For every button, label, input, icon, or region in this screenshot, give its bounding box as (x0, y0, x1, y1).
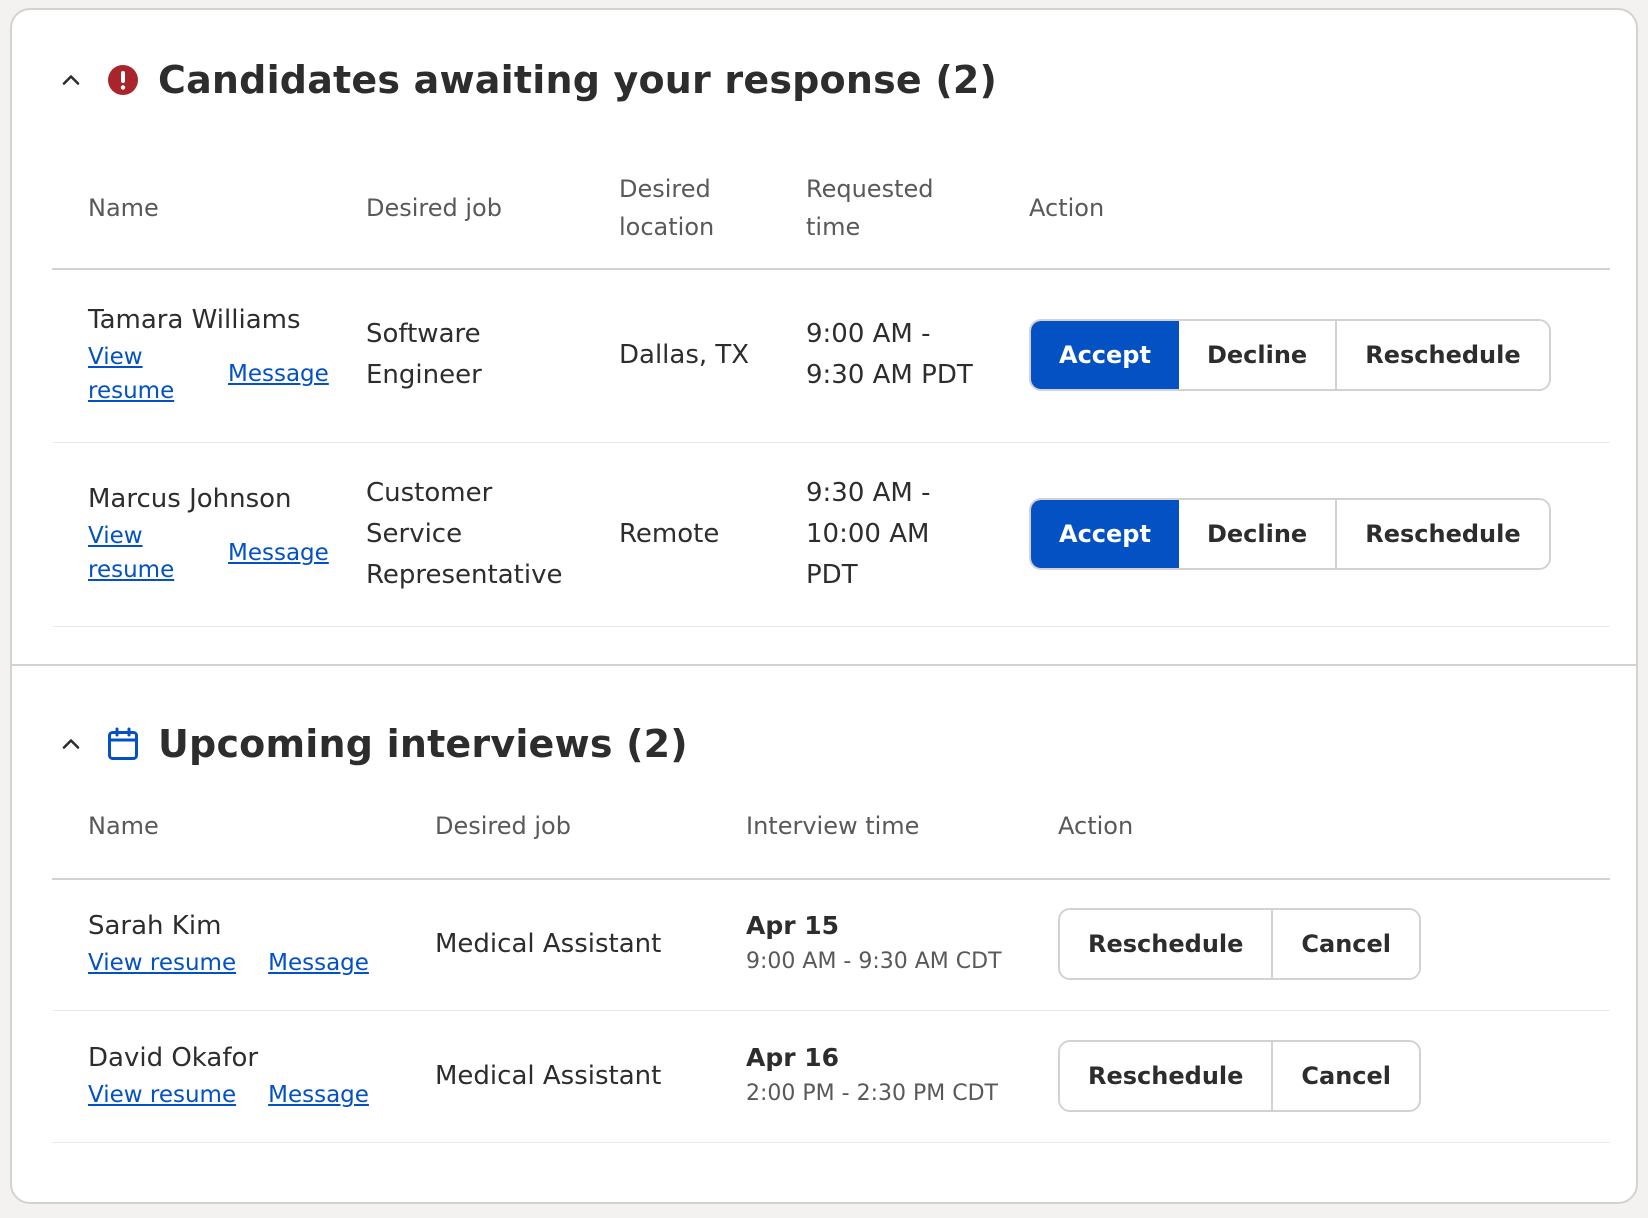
reschedule-button[interactable]: Reschedule (1337, 500, 1549, 568)
candidate-links: View resume Message (88, 946, 418, 980)
column-header-action: Action (1029, 194, 1105, 222)
message-link[interactable]: Message (228, 357, 329, 391)
desired-job: Software Engineer (366, 319, 482, 390)
candidate-cell: Tamara Williams View resume Message (88, 268, 338, 442)
accept-button[interactable]: Accept (1031, 500, 1179, 568)
action-button-group: Accept Decline Reschedule (1029, 498, 1551, 570)
awaiting-response-header: Candidates awaiting your response (2) (56, 50, 997, 110)
interview-date: Apr 16 (746, 1043, 840, 1072)
message-link[interactable]: Message (268, 1078, 369, 1112)
action-cell: Accept Decline Reschedule (1029, 268, 1569, 442)
interviews-card: Candidates awaiting your response (2) Na… (10, 8, 1638, 1204)
candidate-cell: David Okafor View resume Message (88, 1010, 418, 1142)
desired-location: Dallas, TX (619, 339, 750, 370)
action-cell: Accept Decline Reschedule (1029, 442, 1569, 626)
column-header-requested-time: Requested time (806, 175, 934, 241)
action-button-group: Accept Decline Reschedule (1029, 319, 1551, 391)
column-header-desired-job: Desired job (435, 812, 571, 840)
requested-time: 9:30 AM - 10:00 AM PDT (806, 477, 931, 590)
candidate-name: Marcus Johnson (88, 484, 292, 514)
candidate-cell: Sarah Kim View resume Message (88, 878, 418, 1010)
action-button-group: Reschedule Cancel (1058, 1040, 1422, 1112)
action-cell: Reschedule Cancel (1058, 1010, 1558, 1142)
interview-date: Apr 15 (746, 911, 840, 940)
desired-location: Remote (619, 518, 720, 549)
candidate-name: Sarah Kim (88, 911, 222, 941)
message-link[interactable]: Message (268, 946, 369, 980)
interview-time-cell: Apr 15 9:00 AM - 9:30 AM CDT (746, 878, 1046, 1010)
desired-job: Medical Assistant (435, 928, 662, 959)
reschedule-button[interactable]: Reschedule (1337, 321, 1549, 389)
candidate-links: View resume Message (88, 519, 338, 587)
desired-job: Customer Service Representative (366, 477, 563, 590)
table-row: Tamara Williams View resume Message Soft… (52, 268, 1610, 443)
chevron-up-icon[interactable] (56, 65, 86, 95)
awaiting-response-section: Candidates awaiting your response (2) Na… (12, 10, 1636, 666)
candidate-cell: Marcus Johnson View resume Message (88, 442, 338, 626)
column-header-action: Action (1058, 812, 1134, 840)
candidate-links: View resume Message (88, 340, 338, 408)
reschedule-button[interactable]: Reschedule (1060, 1042, 1274, 1110)
requested-time: 9:00 AM - 9:30 AM PDT (806, 319, 973, 390)
view-resume-link[interactable]: View resume (88, 519, 178, 587)
table-row: Sarah Kim View resume Message Medical As… (52, 878, 1610, 1011)
table-row: Marcus Johnson View resume Message Custo… (52, 442, 1610, 627)
decline-button[interactable]: Decline (1178, 321, 1338, 389)
section-title: Upcoming interviews (2) (158, 722, 688, 766)
table-header: Name Desired job Interview time Action (52, 774, 1610, 880)
column-header-desired-job: Desired job (366, 194, 502, 222)
message-link[interactable]: Message (228, 536, 329, 570)
chevron-up-icon[interactable] (56, 729, 86, 759)
column-header-name: Name (88, 194, 159, 222)
candidate-name: Tamara Williams (88, 305, 301, 335)
desired-job: Medical Assistant (435, 1060, 662, 1091)
interview-time-cell: Apr 16 2:00 PM - 2:30 PM CDT (746, 1010, 1046, 1142)
view-resume-link[interactable]: View resume (88, 1078, 236, 1112)
action-button-group: Reschedule Cancel (1058, 908, 1422, 980)
interview-time: 9:00 AM - 9:30 AM CDT (746, 949, 1002, 974)
view-resume-link[interactable]: View resume (88, 340, 178, 408)
action-cell: Reschedule Cancel (1058, 878, 1558, 1010)
table-row: David Okafor View resume Message Medical… (52, 1010, 1610, 1143)
calendar-icon (106, 727, 140, 761)
upcoming-interviews-header: Upcoming interviews (2) (56, 714, 688, 774)
column-header-desired-location: Desired location (619, 175, 715, 241)
view-resume-link[interactable]: View resume (88, 946, 236, 980)
column-header-interview-time: Interview time (746, 812, 920, 840)
column-header-name: Name (88, 812, 159, 840)
upcoming-interviews-section: Upcoming interviews (2) Name Desired job… (12, 666, 1636, 1202)
section-title: Candidates awaiting your response (2) (158, 58, 998, 102)
cancel-button[interactable]: Cancel (1273, 910, 1420, 978)
accept-button[interactable]: Accept (1031, 321, 1179, 389)
interview-time: 2:00 PM - 2:30 PM CDT (746, 1081, 998, 1106)
candidate-links: View resume Message (88, 1078, 418, 1112)
exclamation-circle-icon (106, 63, 140, 97)
candidate-name: David Okafor (88, 1043, 259, 1073)
table-header: Name Desired job Desired location Reques… (52, 148, 1610, 270)
reschedule-button[interactable]: Reschedule (1060, 910, 1274, 978)
decline-button[interactable]: Decline (1178, 500, 1338, 568)
cancel-button[interactable]: Cancel (1273, 1042, 1420, 1110)
